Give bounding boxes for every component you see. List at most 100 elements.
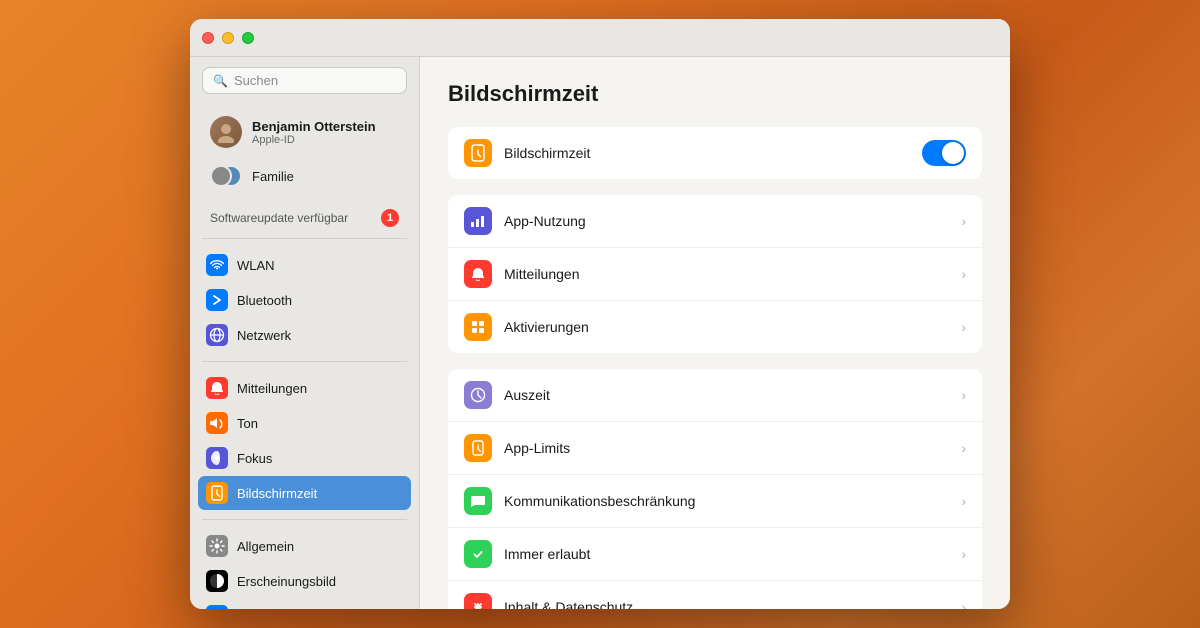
- title-bar: [190, 19, 1010, 57]
- update-text: Softwareupdate verfügbar: [210, 211, 348, 225]
- bildschirmzeit-toggle-row[interactable]: Bildschirmzeit: [448, 127, 982, 179]
- user-section: Benjamin Otterstein Apple-ID Familie: [190, 104, 419, 200]
- chevron-aktivierungen: ›: [961, 319, 966, 335]
- auszeit-label: Auszeit: [504, 387, 961, 403]
- chevron-app-limits: ›: [961, 440, 966, 456]
- aktivierungen-label: Aktivierungen: [504, 319, 961, 335]
- ton-label: Ton: [237, 416, 258, 431]
- chevron-mitteilungen: ›: [961, 266, 966, 282]
- mitteilungen-icon: [206, 377, 228, 399]
- app-nutzung-icon: [464, 207, 492, 235]
- toggle-knob: [942, 142, 964, 164]
- fokus-label: Fokus: [237, 451, 272, 466]
- maximize-button[interactable]: [242, 32, 254, 44]
- app-limits-icon: [464, 434, 492, 462]
- immer-erlaubt-row[interactable]: Immer erlaubt ›: [448, 528, 982, 581]
- bildschirmzeit-sidebar-label: Bildschirmzeit: [237, 486, 317, 501]
- close-button[interactable]: [202, 32, 214, 44]
- aktivierungen-icon: [464, 313, 492, 341]
- user-profile-item[interactable]: Benjamin Otterstein Apple-ID: [202, 110, 407, 154]
- sidebar-item-allgemein[interactable]: Allgemein: [198, 529, 411, 563]
- bedienungshilfen-label: Bedienungshilfen: [237, 609, 337, 610]
- sidebar-item-ton[interactable]: Ton: [198, 406, 411, 440]
- sidebar-item-bildschirmzeit[interactable]: Bildschirmzeit: [198, 476, 411, 510]
- settings-group-1: App-Nutzung › Mitteilungen ›: [448, 195, 982, 353]
- inhalt-row[interactable]: Inhalt & Datenschutz ›: [448, 581, 982, 609]
- settings-group-2: Auszeit › App-Limits ›: [448, 369, 982, 609]
- search-icon: 🔍: [213, 74, 228, 88]
- user-subtitle: Apple-ID: [252, 134, 376, 146]
- kommunikation-row[interactable]: Kommunikationsbeschränkung ›: [448, 475, 982, 528]
- wlan-label: WLAN: [237, 258, 275, 273]
- family-icon-1: [210, 165, 232, 187]
- mitteilungen-content-icon: [464, 260, 492, 288]
- fokus-icon: [206, 447, 228, 469]
- app-nutzung-label: App-Nutzung: [504, 213, 961, 229]
- traffic-lights: [202, 32, 254, 44]
- allgemein-label: Allgemein: [237, 539, 294, 554]
- bildschirmzeit-toggle-label: Bildschirmzeit: [504, 145, 922, 161]
- sidebar-item-bedienungshilfen[interactable]: Bedienungshilfen: [198, 599, 411, 609]
- family-item[interactable]: Familie: [202, 158, 407, 194]
- wlan-icon: [206, 254, 228, 276]
- main-toggle-group: Bildschirmzeit: [448, 127, 982, 179]
- kommunikation-icon: [464, 487, 492, 515]
- bluetooth-label: Bluetooth: [237, 293, 292, 308]
- mitteilungen-content-label: Mitteilungen: [504, 266, 961, 282]
- mitteilungen-label: Mitteilungen: [237, 381, 307, 396]
- chevron-auszeit: ›: [961, 387, 966, 403]
- auszeit-row[interactable]: Auszeit ›: [448, 369, 982, 422]
- minimize-button[interactable]: [222, 32, 234, 44]
- chevron-app-nutzung: ›: [961, 213, 966, 229]
- search-placeholder: Suchen: [234, 73, 278, 88]
- family-label: Familie: [252, 169, 294, 184]
- chevron-immer-erlaubt: ›: [961, 546, 966, 562]
- divider-2: [202, 361, 407, 362]
- sidebar-network-section: WLAN Bluetooth: [190, 245, 419, 355]
- sidebar-item-wlan[interactable]: WLAN: [198, 248, 411, 282]
- aktivierungen-row[interactable]: Aktivierungen ›: [448, 301, 982, 353]
- search-box[interactable]: 🔍 Suchen: [202, 67, 407, 94]
- sidebar-item-netzwerk[interactable]: Netzwerk: [198, 318, 411, 352]
- avatar: [210, 116, 242, 148]
- main-window: 🔍 Suchen Benjamin Otterstein Apple-ID: [190, 19, 1010, 609]
- main-content: 🔍 Suchen Benjamin Otterstein Apple-ID: [190, 57, 1010, 609]
- page-title: Bildschirmzeit: [448, 81, 982, 107]
- user-name: Benjamin Otterstein: [252, 119, 376, 134]
- bildschirmzeit-toggle[interactable]: [922, 140, 966, 166]
- ton-icon: [206, 412, 228, 434]
- bedienungshilfen-icon: [206, 605, 228, 609]
- bildschirmzeit-sidebar-icon: [206, 482, 228, 504]
- kommunikation-label: Kommunikationsbeschränkung: [504, 493, 961, 509]
- sidebar: 🔍 Suchen Benjamin Otterstein Apple-ID: [190, 57, 420, 609]
- content-area: Bildschirmzeit Bildschirmzeit: [420, 57, 1010, 609]
- divider-3: [202, 519, 407, 520]
- inhalt-icon: [464, 593, 492, 609]
- erscheinungsbild-label: Erscheinungsbild: [237, 574, 336, 589]
- sidebar-item-erscheinungsbild[interactable]: Erscheinungsbild: [198, 564, 411, 598]
- netzwerk-label: Netzwerk: [237, 328, 291, 343]
- netzwerk-icon: [206, 324, 228, 346]
- update-badge: 1: [381, 209, 399, 227]
- sidebar-item-bluetooth[interactable]: Bluetooth: [198, 283, 411, 317]
- sidebar-personal-section: Mitteilungen Ton: [190, 368, 419, 513]
- sidebar-system-section: Allgemein Erscheinungsbild: [190, 526, 419, 609]
- chevron-inhalt: ›: [961, 599, 966, 609]
- mitteilungen-row[interactable]: Mitteilungen ›: [448, 248, 982, 301]
- app-nutzung-row[interactable]: App-Nutzung ›: [448, 195, 982, 248]
- bluetooth-icon: [206, 289, 228, 311]
- immer-erlaubt-label: Immer erlaubt: [504, 546, 961, 562]
- app-limits-label: App-Limits: [504, 440, 961, 456]
- update-banner[interactable]: Softwareupdate verfügbar 1: [202, 204, 407, 232]
- app-limits-row[interactable]: App-Limits ›: [448, 422, 982, 475]
- divider-1: [202, 238, 407, 239]
- sidebar-item-mitteilungen[interactable]: Mitteilungen: [198, 371, 411, 405]
- inhalt-label: Inhalt & Datenschutz: [504, 599, 961, 609]
- immer-erlaubt-icon: [464, 540, 492, 568]
- chevron-kommunikation: ›: [961, 493, 966, 509]
- auszeit-icon: [464, 381, 492, 409]
- sidebar-item-fokus[interactable]: Fokus: [198, 441, 411, 475]
- user-info: Benjamin Otterstein Apple-ID: [252, 119, 376, 146]
- allgemein-icon: [206, 535, 228, 557]
- bildschirmzeit-row-icon: [464, 139, 492, 167]
